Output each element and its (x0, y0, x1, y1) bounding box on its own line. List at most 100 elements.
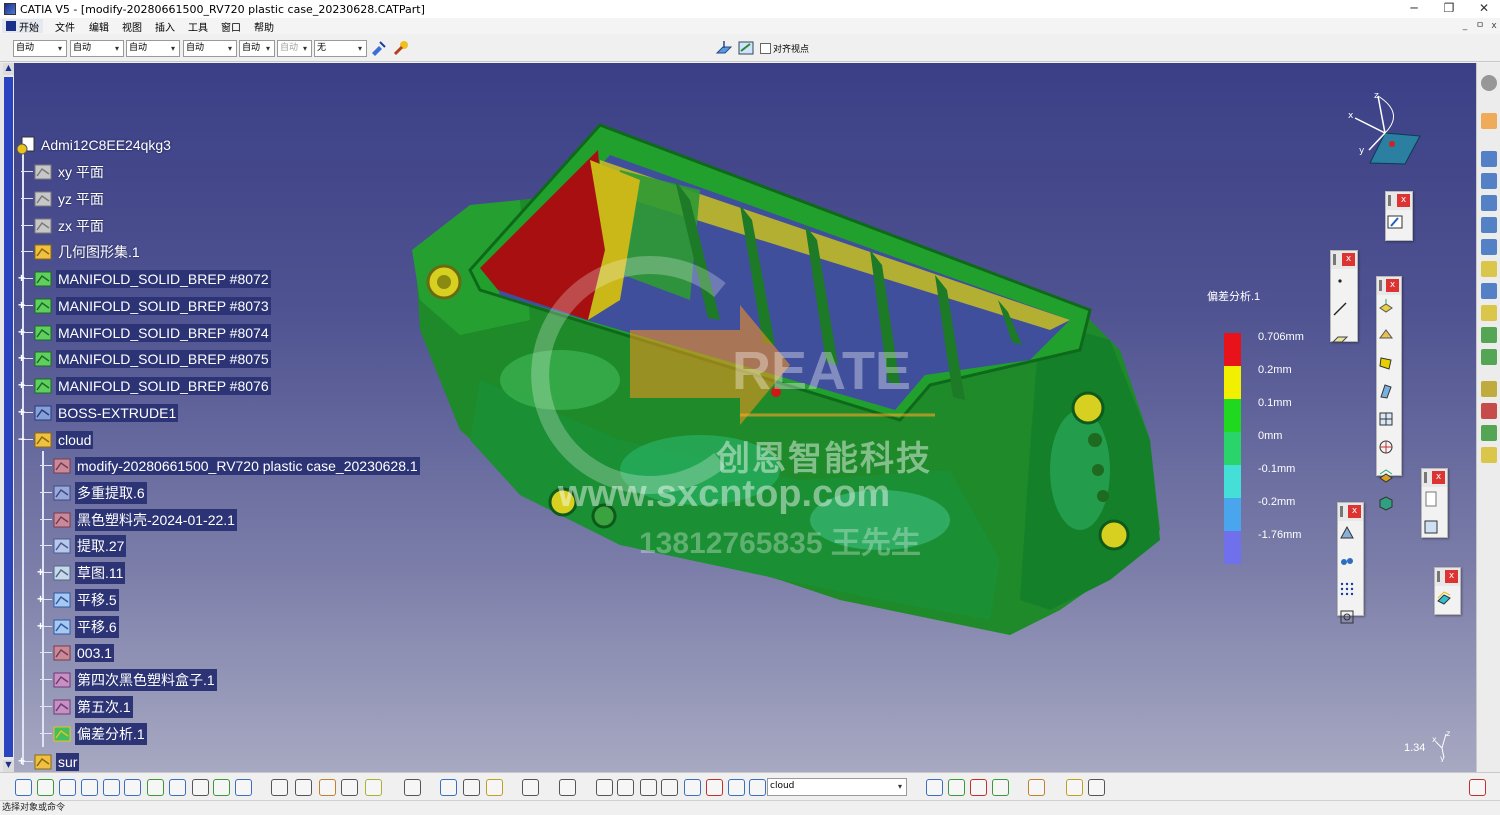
tree-node-child-3[interactable]: 提取.27 (52, 535, 127, 558)
view-plane-icon[interactable] (715, 39, 733, 57)
grid-icon[interactable] (559, 779, 576, 796)
toolbar-header[interactable]: x (1422, 469, 1447, 487)
texture-icon[interactable] (1481, 447, 1497, 463)
measure-between-icon[interactable] (440, 779, 457, 796)
globe-icon[interactable] (1481, 381, 1497, 397)
tree-node-top-5[interactable]: MANIFOLD_SOLID_BREP #8073 (33, 295, 271, 317)
line-weight-combo[interactable]: 自动 ▾ (126, 40, 180, 57)
menu-help[interactable]: 帮助 (254, 19, 274, 34)
line-icon[interactable] (1331, 300, 1349, 318)
tree-node-top-4[interactable]: MANIFOLD_SOLID_BREP #8072 (33, 268, 271, 290)
group-icon[interactable] (684, 779, 701, 796)
grip-icon[interactable] (1424, 472, 1427, 483)
scroll-thumb[interactable] (4, 77, 13, 757)
tree-node-top-3[interactable]: 几何图形集.1 (33, 241, 142, 263)
tree-node-top-10[interactable]: cloud (33, 429, 94, 451)
plane-tool-icon[interactable] (1331, 328, 1349, 346)
axis-system-icon[interactable] (1377, 438, 1395, 456)
iso-view-icon[interactable] (169, 779, 186, 796)
mdi-minimize-button[interactable]: _ (1458, 18, 1472, 34)
settings-gear-icon[interactable] (1481, 75, 1497, 91)
catalog-icon[interactable] (486, 779, 503, 796)
tree-node-top-1[interactable]: yz 平面 (33, 188, 106, 210)
cut-tool-icon[interactable] (341, 779, 358, 796)
expand-icon[interactable]: + (16, 379, 27, 392)
offset-icon[interactable] (1377, 466, 1395, 484)
menu-insert[interactable]: 插入 (155, 19, 175, 34)
menu-tools[interactable]: 工具 (188, 19, 208, 34)
point-symbol-combo[interactable]: 自动 ▾ (239, 40, 275, 57)
expand-icon[interactable]: + (16, 406, 27, 419)
menu-edit[interactable]: 编辑 (89, 19, 109, 34)
floating-toolbar-deviation[interactable]: x (1434, 567, 1461, 615)
expand-icon[interactable]: + (35, 566, 46, 579)
scan-tool-icon[interactable] (1481, 217, 1497, 233)
expand-icon[interactable]: + (16, 272, 27, 285)
hand-icon[interactable] (1028, 779, 1045, 796)
render-icon[interactable] (1481, 403, 1497, 419)
sweep-tool-icon[interactable] (1481, 283, 1497, 299)
axis-tool-icon[interactable] (640, 779, 657, 796)
tree-node-child-4[interactable]: 草图.11 (52, 562, 126, 584)
close-icon[interactable]: x (1432, 471, 1445, 484)
menu-file[interactable]: 文件 (55, 19, 75, 34)
box-tool-icon[interactable] (1481, 305, 1497, 321)
tree-node-child-10[interactable]: 偏差分析.1 (52, 722, 147, 745)
menu-window[interactable]: 窗口 (221, 19, 241, 34)
surface-tool-icon[interactable] (1481, 261, 1497, 277)
points-icon[interactable] (271, 779, 288, 796)
deviation-analysis-icon[interactable] (1435, 589, 1453, 607)
tree-root[interactable]: Admi12C8EE24qkg3 (16, 134, 173, 156)
close-icon[interactable]: x (1342, 253, 1355, 266)
brush-icon[interactable] (392, 39, 410, 57)
close-button[interactable]: ✕ (1467, 0, 1500, 18)
zoom-in-icon[interactable] (103, 779, 120, 796)
list-icon[interactable] (728, 779, 745, 796)
expand-icon[interactable]: + (16, 299, 27, 312)
toolbar-header[interactable]: x (1386, 192, 1412, 210)
revolve-icon[interactable] (1377, 326, 1395, 344)
hide-show-icon[interactable] (213, 779, 230, 796)
point-icon[interactable] (1331, 272, 1349, 290)
specification-tree[interactable]: Admi12C8EE24qkg3 xy 平面 yz 平面 zx 平面 几何图形集.1 M… (14, 63, 444, 772)
plane-view-icon[interactable] (926, 779, 943, 796)
tree-node-child-1[interactable]: 多重提取.6 (52, 481, 147, 504)
sketch-tool-icon[interactable] (1481, 151, 1497, 167)
grip-icon[interactable] (1379, 280, 1382, 291)
point-grid-icon[interactable] (1338, 580, 1356, 598)
maximize-button[interactable]: ❐ (1432, 0, 1466, 18)
mdi-restore-button[interactable]: ㅁ (1473, 18, 1487, 34)
tree-node-sur[interactable]: sur (33, 751, 80, 773)
rotate-icon[interactable] (81, 779, 98, 796)
sketch-plane-icon[interactable] (737, 39, 755, 57)
cloud-icon[interactable] (1338, 552, 1356, 570)
tree-node-top-9[interactable]: BOSS-EXTRUDE1 (33, 402, 179, 424)
pan-icon[interactable] (59, 779, 76, 796)
close-icon[interactable]: x (1445, 570, 1458, 583)
scan-analysis-icon[interactable] (1338, 524, 1356, 542)
tree-node-top-6[interactable]: MANIFOLD_SOLID_BREP #8074 (33, 322, 271, 344)
floating-toolbar-analysis[interactable]: x (1337, 502, 1364, 624)
menu-view[interactable]: 视图 (122, 19, 142, 34)
undo-icon[interactable] (596, 779, 613, 796)
fill-surface-icon[interactable] (1377, 354, 1395, 372)
expand-icon[interactable]: + (16, 326, 27, 339)
circle-tool-icon[interactable] (1481, 239, 1497, 255)
select-arrow-icon[interactable] (1481, 113, 1497, 129)
close-icon[interactable]: x (1348, 505, 1361, 518)
camera-icon[interactable] (522, 779, 539, 796)
fit-analysis-icon[interactable] (1338, 608, 1356, 626)
current-set-combo[interactable]: cloud ▾ (767, 778, 907, 796)
start-menu[interactable]: 开始 (2, 19, 43, 34)
floating-toolbar-points[interactable]: x (1330, 250, 1358, 343)
window-icon[interactable] (1422, 518, 1440, 536)
tree-node-top-8[interactable]: MANIFOLD_SOLID_BREP #8076 (33, 375, 271, 397)
floating-toolbar-views[interactable]: x (1421, 468, 1448, 538)
expand-icon[interactable]: + (16, 755, 27, 768)
frame-icon[interactable] (1481, 173, 1497, 189)
swap-space-icon[interactable] (235, 779, 252, 796)
tree-node-child-9[interactable]: 第五次.1 (52, 695, 133, 718)
view-mode-icon[interactable] (192, 779, 209, 796)
floating-toolbar-sketch[interactable]: x (1385, 191, 1413, 241)
zoom-out-icon[interactable] (124, 779, 141, 796)
